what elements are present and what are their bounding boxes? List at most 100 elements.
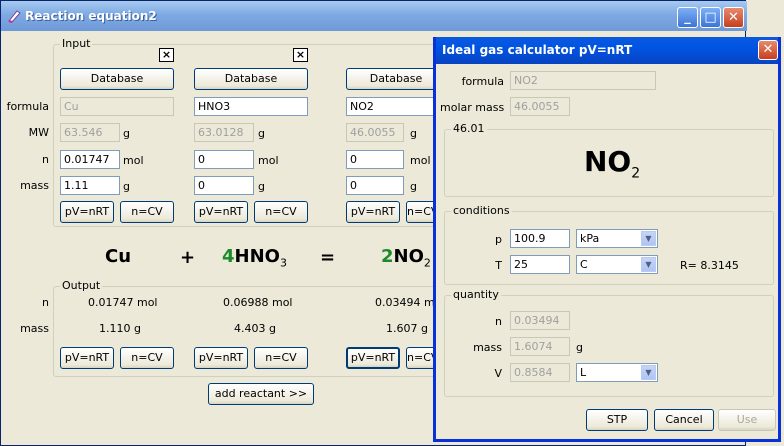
mass-label: mass <box>473 341 502 354</box>
t-input[interactable]: 25 <box>510 255 570 274</box>
out-mass-2: 4.403 g <box>234 322 276 335</box>
dialog-formula-label: formula <box>461 75 504 88</box>
cancel-button[interactable]: Cancel <box>654 409 714 431</box>
t-unit-select[interactable]: C ▼ <box>576 255 658 274</box>
n-field[interactable]: 0.03494 <box>510 311 570 330</box>
out-mass-label: mass <box>20 322 49 335</box>
t-unit-value: C <box>580 258 588 271</box>
out-pv-button-3[interactable]: pV=nRT <box>346 347 400 369</box>
minimize-button[interactable]: _ <box>677 7 698 28</box>
formula-field-2[interactable]: HNO3 <box>194 97 308 116</box>
formula-display: NO2 <box>584 145 640 182</box>
use-button[interactable]: Use <box>718 409 776 431</box>
remove-column-2-button[interactable]: × <box>293 48 308 62</box>
n-label: n <box>495 315 502 328</box>
mass-unit-2: g <box>258 180 265 193</box>
conditions-legend: conditions <box>451 204 512 217</box>
equation-equals: = <box>320 247 336 268</box>
formula-display-legend: 46.01 <box>451 122 487 135</box>
out-mass-1: 1.110 g <box>99 322 141 335</box>
out-n-label: n <box>42 296 49 309</box>
mass-unit-1: g <box>123 180 130 193</box>
out-pv-button-1[interactable]: pV=nRT <box>60 347 114 369</box>
mw-field-1[interactable]: 63.546 <box>60 123 120 142</box>
coefficient-hno3: 4 <box>222 246 235 267</box>
chevron-down-icon: ▼ <box>641 231 656 246</box>
input-legend: Input <box>60 37 93 50</box>
pv-button-2[interactable]: pV=nRT <box>194 201 248 223</box>
database-button-3[interactable]: Database <box>346 68 446 90</box>
out-ncv-button-3[interactable]: n=CV <box>406 347 436 369</box>
out-pv-button-2[interactable]: pV=nRT <box>194 347 248 369</box>
formula-no2: NO <box>393 246 424 267</box>
dialog-molar-mass-field[interactable]: 46.0055 <box>510 97 570 116</box>
gas-constant-text: R= 8.3145 <box>680 259 739 272</box>
database-button-1[interactable]: Database <box>60 68 174 90</box>
p-label: p <box>495 233 502 246</box>
mw-field-2[interactable]: 63.0128 <box>194 123 254 142</box>
out-mass-3: 1.607 g <box>386 322 428 335</box>
mw-unit-2: g <box>258 127 265 140</box>
equation-term-cu: Cu <box>105 246 132 267</box>
formula-row-label: formula <box>6 100 49 113</box>
v-label: V <box>494 367 502 380</box>
n-field-3[interactable]: 0 <box>346 150 404 169</box>
p-unit-select[interactable]: kPa ▼ <box>576 229 658 248</box>
n-unit-1: mol <box>123 154 144 167</box>
formula-display-main: NO <box>584 145 632 178</box>
main-title: Reaction equation2 <box>25 9 157 23</box>
out-ncv-button-2[interactable]: n=CV <box>254 347 308 369</box>
chevron-down-icon: ▼ <box>641 365 656 380</box>
mass-unit-3: g <box>410 180 417 193</box>
main-title-bar[interactable]: Reaction equation2 _ □ ✕ <box>1 1 747 31</box>
mass-field-1[interactable]: 1.11 <box>60 176 120 195</box>
n-row-label: n <box>42 153 49 166</box>
mw-row-label: MW <box>28 126 49 139</box>
equation-term-no2: 2NO2 <box>381 246 431 270</box>
equation-term-hno3: 4HNO3 <box>222 246 287 270</box>
mass-field[interactable]: 1.6074 <box>510 337 570 356</box>
n-field-1[interactable]: 0.01747 <box>60 150 120 169</box>
v-unit-value: L <box>580 366 587 379</box>
stp-button[interactable]: STP <box>586 409 648 431</box>
n-field-2[interactable]: 0 <box>194 150 254 169</box>
p-input[interactable]: 100.9 <box>510 229 570 248</box>
mass-field-2[interactable]: 0 <box>194 176 254 195</box>
remove-column-1-button[interactable]: × <box>159 48 174 62</box>
mw-unit-1: g <box>123 127 130 140</box>
mw-unit-3: g <box>410 127 417 140</box>
close-button[interactable]: ✕ <box>723 7 744 28</box>
ideal-gas-dialog: Ideal gas calculator pV=nRT ✕ formula NO… <box>433 37 781 442</box>
ncv-button-2[interactable]: n=CV <box>254 201 308 223</box>
subscript-hno3: 3 <box>279 256 287 270</box>
n-unit-2: mol <box>258 154 279 167</box>
dialog-molar-mass-label: molar mass <box>440 101 505 114</box>
pv-button-3[interactable]: pV=nRT <box>346 201 400 223</box>
quantity-legend: quantity <box>451 288 501 301</box>
t-label: T <box>495 259 502 272</box>
ncv-button-3[interactable]: n=CV <box>406 201 436 223</box>
out-ncv-button-1[interactable]: n=CV <box>120 347 174 369</box>
formula-field-3[interactable]: NO2 <box>346 97 436 116</box>
out-n-1: 0.01747 mol <box>88 296 158 309</box>
formula-field-1[interactable]: Cu <box>60 97 174 116</box>
dialog-formula-field[interactable]: NO2 <box>510 71 656 90</box>
v-field[interactable]: 0.8584 <box>510 363 570 382</box>
mw-field-3[interactable]: 46.0055 <box>346 123 404 142</box>
dialog-title-bar[interactable]: Ideal gas calculator pV=nRT ✕ <box>436 37 778 64</box>
app-pen-icon <box>8 10 21 23</box>
equation-plus: + <box>180 247 196 268</box>
chevron-down-icon: ▼ <box>641 257 656 272</box>
add-reactant-button[interactable]: add reactant >> <box>208 383 314 405</box>
coefficient-no2: 2 <box>381 246 394 267</box>
dialog-title: Ideal gas calculator pV=nRT <box>442 43 633 57</box>
subscript-no2: 2 <box>423 256 431 270</box>
maximize-button[interactable]: □ <box>700 7 721 28</box>
database-button-2[interactable]: Database <box>194 68 308 90</box>
p-unit-value: kPa <box>580 232 600 245</box>
mass-field-3[interactable]: 0 <box>346 176 404 195</box>
v-unit-select[interactable]: L ▼ <box>576 363 658 382</box>
pv-button-1[interactable]: pV=nRT <box>60 201 114 223</box>
dialog-close-button[interactable]: ✕ <box>758 40 778 60</box>
ncv-button-1[interactable]: n=CV <box>120 201 174 223</box>
